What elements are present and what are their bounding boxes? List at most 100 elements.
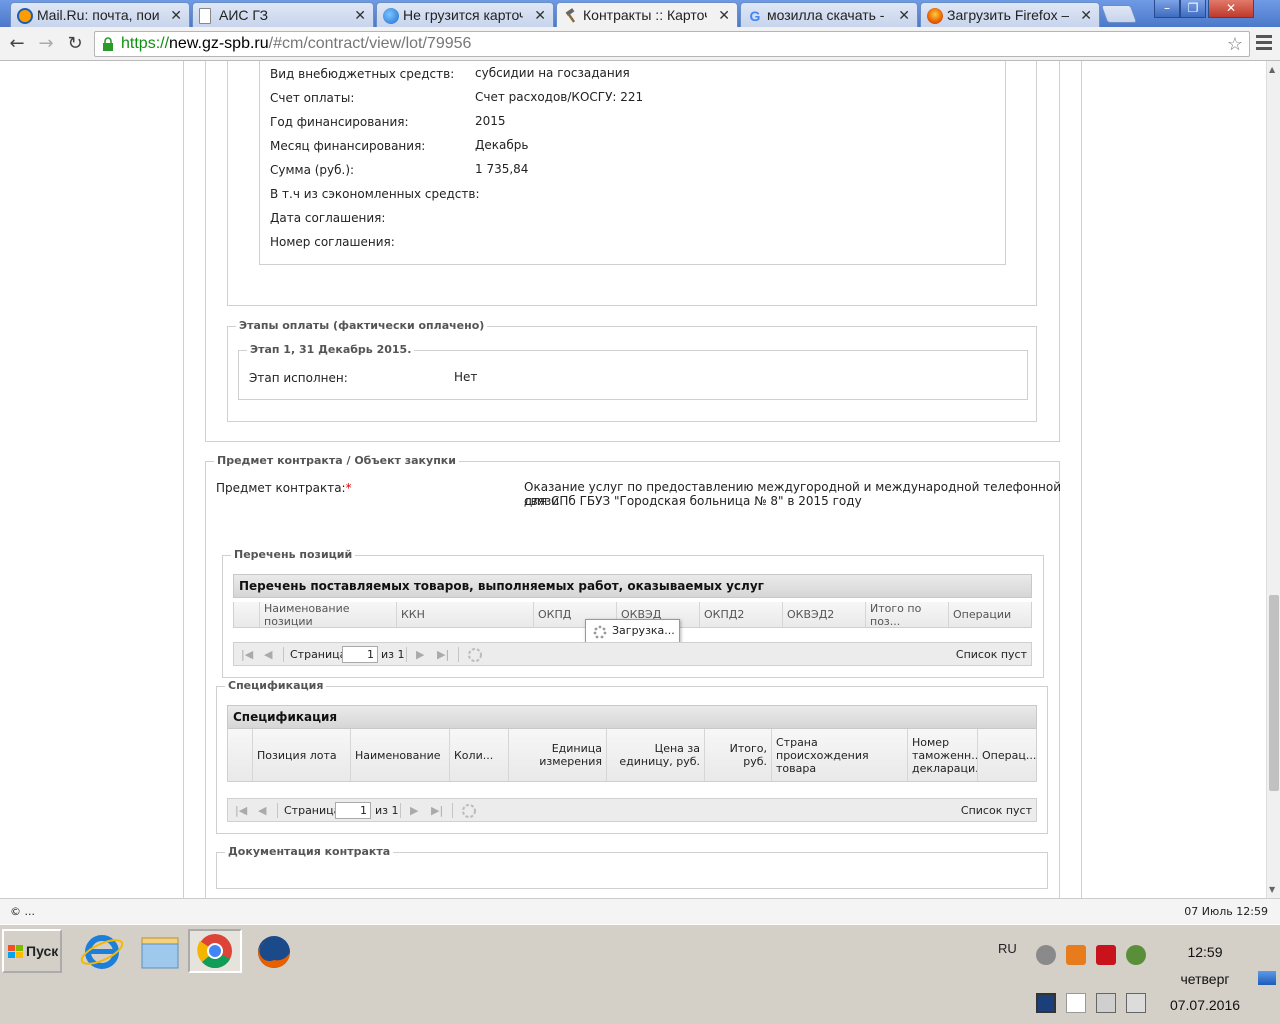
contract-card: Вид внебюджетных средств: субсидии на го…	[183, 61, 1082, 898]
bookmark-star-icon[interactable]: ☆	[1227, 32, 1243, 56]
column-header[interactable]: Цена за единицу, руб.	[607, 729, 705, 781]
start-button[interactable]: Пуск	[2, 929, 62, 973]
column-header[interactable]: Наименование	[351, 729, 450, 781]
required-marker: *	[345, 481, 352, 495]
settings-tray-icon[interactable]	[1036, 945, 1056, 965]
back-button[interactable]: ←	[6, 33, 28, 55]
close-icon[interactable]: ✕	[170, 7, 182, 24]
close-window-button[interactable]: ✕	[1208, 0, 1254, 18]
taskbar-chrome-button[interactable]	[188, 929, 242, 973]
close-icon[interactable]: ✕	[898, 7, 910, 24]
first-page-icon[interactable]: |◀	[241, 648, 253, 661]
status-bar: © ... 07 Июль 12:59	[0, 898, 1280, 924]
url-scheme: https://	[121, 35, 170, 52]
specification-grid-header: Позиция лота Наименование Коли... Единиц…	[227, 729, 1037, 782]
specification-legend: Спецификация	[225, 679, 327, 692]
tab-contracts-active[interactable]: Контракты :: Карточка ✕	[556, 2, 738, 28]
refresh-icon[interactable]	[461, 803, 477, 819]
google-icon: G	[749, 8, 761, 24]
chrome-menu-icon[interactable]	[1256, 35, 1272, 53]
subject-label: Предмет контракта:*	[216, 481, 352, 495]
maximize-button[interactable]: ❐	[1180, 0, 1206, 18]
column-header[interactable]: Итого по поз...	[866, 602, 949, 627]
checkbox-column-header[interactable]	[234, 602, 260, 627]
scrollbar-thumb[interactable]	[1269, 595, 1279, 791]
network-tray-icon[interactable]	[1096, 993, 1116, 1013]
internet-explorer-icon	[80, 935, 124, 969]
column-header[interactable]: Номер таможенн... деклараци...	[908, 729, 978, 781]
update-tray-icon[interactable]	[1126, 945, 1146, 965]
tab-google-search[interactable]: G мозилла скачать - Google ✕	[740, 2, 918, 27]
vertical-scrollbar[interactable]: ▲ ▼	[1266, 61, 1280, 898]
taskbar-ie-button[interactable]	[74, 929, 128, 973]
close-icon[interactable]: ✕	[354, 7, 366, 24]
column-header[interactable]: Операции	[949, 602, 1032, 627]
language-indicator[interactable]: RU	[998, 941, 1017, 956]
list-empty-text: Список пуст	[955, 648, 1027, 661]
page-viewport: Вид внебюджетных средств: субсидии на го…	[0, 61, 1266, 898]
page-icon	[199, 8, 211, 24]
clock-time[interactable]: 12:59	[1160, 944, 1250, 960]
status-left-text: © ...	[10, 905, 35, 918]
address-bar[interactable]: https://new.gz-spb.ru/#cm/contract/view/…	[94, 31, 1250, 57]
java-tray-icon[interactable]	[1066, 945, 1086, 965]
column-header[interactable]: Страна происхождения товара	[772, 729, 908, 781]
first-page-icon[interactable]: |◀	[235, 804, 247, 817]
page-number-input[interactable]: 1	[335, 802, 371, 819]
subject-value-line2: для СПб ГБУЗ "Городская больница № 8" в …	[524, 494, 862, 508]
prev-page-icon[interactable]: ◀	[264, 648, 272, 661]
tab-title: АИС ГЗ	[219, 7, 269, 23]
monitor-tray-icon[interactable]	[1036, 993, 1056, 1013]
reload-button[interactable]: ↻	[64, 33, 86, 55]
taskbar-explorer-button[interactable]	[132, 929, 186, 973]
column-header[interactable]: Единица измерения	[509, 729, 607, 781]
column-header[interactable]: ККН	[397, 602, 534, 627]
spinner-icon	[593, 625, 607, 639]
new-tab-button[interactable]	[1100, 5, 1138, 23]
tab-mailru[interactable]: Mail.Ru: почта, поиск ✕	[10, 2, 190, 27]
system-tray: 12:59 четверг 07.07.2016	[1030, 929, 1280, 1024]
next-page-icon[interactable]: ▶	[410, 804, 418, 817]
subject-label-text: Предмет контракта:	[216, 481, 346, 495]
volume-muted-icon[interactable]	[1126, 993, 1146, 1013]
firefox-icon	[258, 936, 290, 968]
close-icon[interactable]: ✕	[1080, 7, 1092, 24]
prev-page-icon[interactable]: ◀	[258, 804, 266, 817]
close-icon[interactable]: ✕	[534, 7, 546, 24]
last-page-icon[interactable]: ▶|	[431, 804, 443, 817]
checkbox-column-header[interactable]	[228, 729, 253, 781]
column-header[interactable]: ОКВЭД2	[783, 602, 866, 627]
payment-stages-legend: Этапы оплаты (фактически оплачено)	[236, 319, 488, 332]
action-center-flag-icon[interactable]	[1066, 993, 1086, 1013]
column-header[interactable]: Операц...	[978, 729, 1038, 781]
minimize-button[interactable]: –	[1154, 0, 1180, 18]
column-header[interactable]: ОКПД2	[700, 602, 783, 627]
stage-1-legend: Этап 1, 31 Декабрь 2015.	[247, 343, 415, 356]
lock-icon	[103, 37, 113, 51]
start-label: Пуск	[26, 943, 59, 959]
show-desktop-icon[interactable]	[1258, 971, 1276, 985]
refresh-icon[interactable]	[467, 647, 483, 663]
scroll-up-icon[interactable]: ▲	[1269, 65, 1275, 74]
forward-button[interactable]: →	[35, 33, 57, 55]
scroll-down-icon[interactable]: ▼	[1269, 885, 1275, 894]
tab-not-loading[interactable]: Не грузится карточка ✕	[376, 2, 554, 27]
column-header[interactable]: Наименование позиции	[260, 602, 397, 627]
tab-firefox-download[interactable]: Загрузить Firefox — Mozilla ✕	[920, 2, 1100, 27]
column-header[interactable]: Итого, руб.	[705, 729, 772, 781]
taskbar-firefox-button[interactable]	[246, 929, 300, 973]
last-page-icon[interactable]: ▶|	[437, 648, 449, 661]
close-icon[interactable]: ✕	[718, 7, 730, 24]
specification-pager: |◀ ◀ Страница 1 из 1 ▶ ▶| Список пуст	[227, 798, 1037, 822]
column-header[interactable]: Позиция лота	[253, 729, 351, 781]
hammer-icon	[563, 8, 579, 24]
column-header[interactable]: Коли...	[450, 729, 509, 781]
documentation-legend: Документация контракта	[225, 845, 394, 858]
page-number-input[interactable]: 1	[342, 646, 378, 663]
globe-icon	[383, 8, 399, 24]
tab-ais-gz[interactable]: АИС ГЗ ✕	[192, 2, 374, 27]
page-label: Страница	[290, 648, 347, 661]
next-page-icon[interactable]: ▶	[416, 648, 424, 661]
acrobat-tray-icon[interactable]	[1096, 945, 1116, 965]
clock-weekday: четверг	[1180, 971, 1230, 987]
